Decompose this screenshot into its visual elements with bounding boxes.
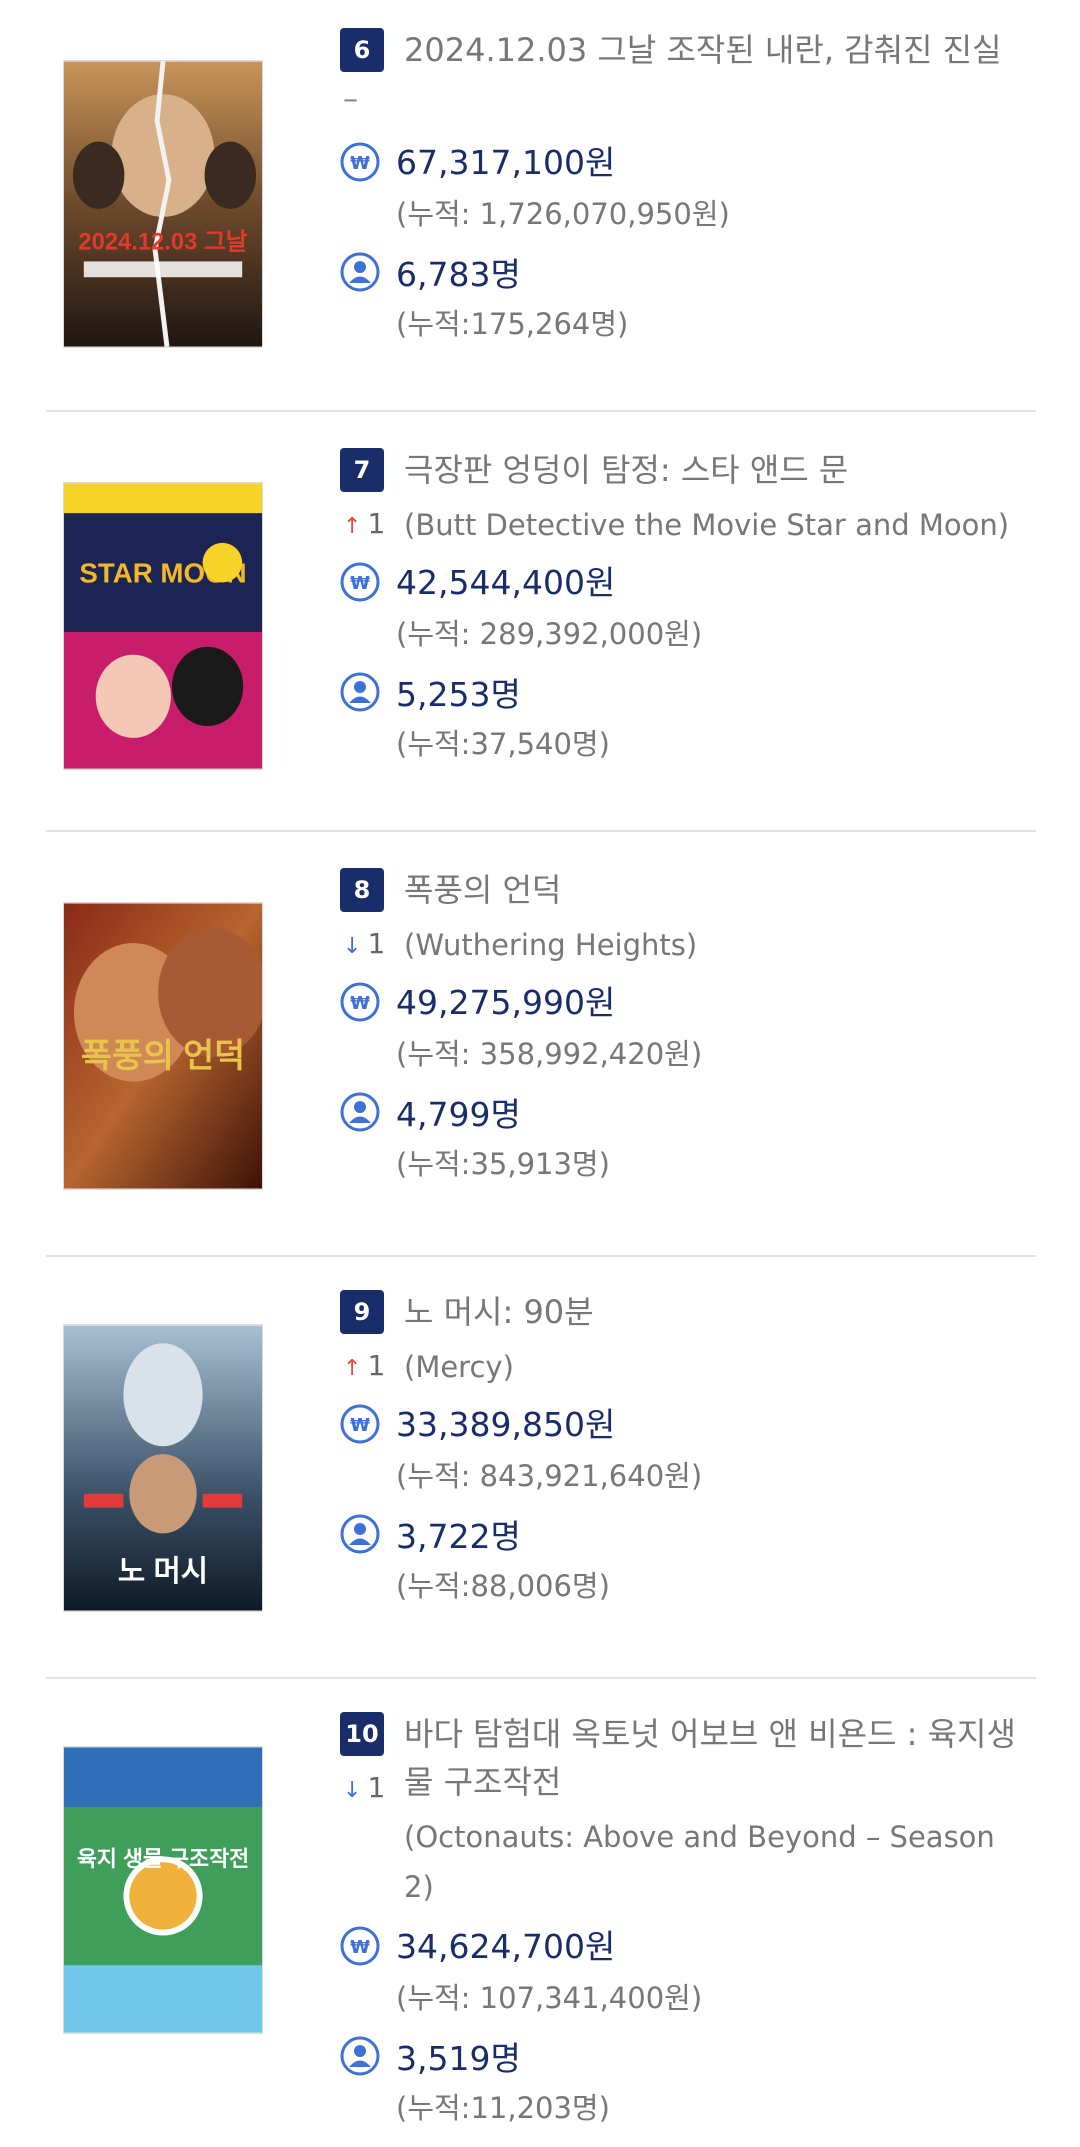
poster-image: 2024.12.03 그날 xyxy=(64,61,262,347)
daily-audience: 5,253명 xyxy=(396,675,521,714)
rank-down-arrow-icon: ↓ xyxy=(343,934,362,959)
daily-audience: 4,799명 xyxy=(396,1095,521,1134)
cumulative-revenue: (누적: 1,726,070,950원) xyxy=(396,197,730,231)
svg-text:폭풍의 언덕: 폭풍의 언덕 xyxy=(81,1037,245,1075)
movie-title[interactable]: 폭풍의 언덕 xyxy=(404,866,1024,914)
svg-text:육지 생물 구조작전: 육지 생물 구조작전 xyxy=(77,1846,249,1871)
audience-person-icon xyxy=(340,1514,380,1554)
movie-poster-10[interactable]: 육지 생물 구조작전 xyxy=(63,1746,263,2034)
poster-image: 노 머시 xyxy=(64,1325,262,1611)
no-change-dash: – xyxy=(343,82,358,117)
movie-title[interactable]: 2024.12.03 그날 조작된 내란, 감춰진 진실 xyxy=(404,26,1024,74)
svg-text:₩: ₩ xyxy=(350,1937,370,1958)
daily-revenue: 34,624,700원 xyxy=(396,1927,616,1966)
rank-change: ↑ 1 xyxy=(343,1349,386,1382)
daily-audience: 3,722명 xyxy=(396,1517,521,1556)
rank-badge: 10 xyxy=(340,1712,384,1756)
daily-revenue: 42,544,400원 xyxy=(396,563,616,602)
svg-text:2024.12.03 그날: 2024.12.03 그날 xyxy=(78,229,247,256)
svg-text:₩: ₩ xyxy=(350,573,370,594)
daily-revenue: 67,317,100원 xyxy=(396,143,616,182)
cumulative-audience: (누적:11,203명) xyxy=(396,2091,610,2125)
rank-change: – xyxy=(343,80,358,120)
won-currency-icon: ₩ xyxy=(340,562,380,602)
cumulative-revenue: (누적: 843,921,640원) xyxy=(396,1459,703,1493)
svg-text:₩: ₩ xyxy=(350,153,370,174)
cumulative-revenue: (누적: 289,392,000원) xyxy=(396,617,703,651)
cumulative-audience: (누적:88,006명) xyxy=(396,1569,610,1603)
cumulative-revenue: (누적: 107,341,400원) xyxy=(396,1981,703,2015)
svg-text:노 머시: 노 머시 xyxy=(118,1555,208,1588)
svg-text:₩: ₩ xyxy=(350,1415,370,1436)
entry-divider xyxy=(46,1677,1036,1679)
rank-change: ↑ 1 xyxy=(343,507,386,540)
movie-poster-8[interactable]: 폭풍의 언덕 xyxy=(63,902,263,1190)
movie-original-title: (Mercy) xyxy=(404,1350,514,1384)
won-currency-icon: ₩ xyxy=(340,1404,380,1444)
cumulative-audience: (누적:175,264명) xyxy=(396,307,629,341)
rank-badge: 9 xyxy=(340,1290,384,1334)
movie-title[interactable]: 노 머시: 90분 xyxy=(404,1288,1024,1336)
rank-change: ↓ 1 xyxy=(343,927,386,960)
audience-person-icon xyxy=(340,2036,380,2076)
cumulative-audience: (누적:37,540명) xyxy=(396,727,610,761)
movie-poster-6[interactable]: 2024.12.03 그날 xyxy=(63,60,263,348)
cumulative-revenue: (누적: 358,992,420원) xyxy=(396,1037,703,1071)
entry-divider xyxy=(46,1255,1036,1257)
rank-badge: 8 xyxy=(340,868,384,912)
daily-audience: 6,783명 xyxy=(396,255,521,294)
entry-divider xyxy=(46,410,1036,412)
movie-title[interactable]: 바다 탐험대 옥토넛 어보브 앤 비욘드 : 육지생물 구조작전 xyxy=(404,1710,1024,1806)
rank-up-arrow-icon: ↑ xyxy=(343,514,362,539)
won-currency-icon: ₩ xyxy=(340,142,380,182)
movie-title[interactable]: 극장판 엉덩이 탐정: 스타 앤드 문 xyxy=(404,446,1024,494)
audience-person-icon xyxy=(340,672,380,712)
movie-original-title: (Butt Detective the Movie Star and Moon) xyxy=(404,508,1010,542)
rank-down-arrow-icon: ↓ xyxy=(343,1778,362,1803)
audience-person-icon xyxy=(340,252,380,292)
daily-audience: 3,519명 xyxy=(396,2039,521,2078)
daily-revenue: 49,275,990원 xyxy=(396,983,616,1022)
movie-original-title: (Octonauts: Above and Beyond – Season 2) xyxy=(404,1820,995,1904)
won-currency-icon: ₩ xyxy=(340,1926,380,1966)
poster-image: 폭풍의 언덕 xyxy=(64,903,262,1189)
poster-image: STAR MOON xyxy=(64,483,262,769)
movie-poster-7[interactable]: STAR MOON xyxy=(63,482,263,770)
audience-person-icon xyxy=(340,1092,380,1132)
movie-original-title: (Wuthering Heights) xyxy=(404,928,698,962)
svg-text:₩: ₩ xyxy=(350,993,370,1014)
won-currency-icon: ₩ xyxy=(340,982,380,1022)
rank-up-arrow-icon: ↑ xyxy=(343,1356,362,1381)
daily-revenue: 33,389,850원 xyxy=(396,1405,616,1444)
entry-divider xyxy=(46,830,1036,832)
rank-badge: 7 xyxy=(340,448,384,492)
movie-poster-9[interactable]: 노 머시 xyxy=(63,1324,263,1612)
rank-change: ↓ 1 xyxy=(343,1771,386,1804)
rank-badge: 6 xyxy=(340,28,384,72)
poster-image: 육지 생물 구조작전 xyxy=(64,1747,262,2033)
cumulative-audience: (누적:35,913명) xyxy=(396,1147,610,1181)
